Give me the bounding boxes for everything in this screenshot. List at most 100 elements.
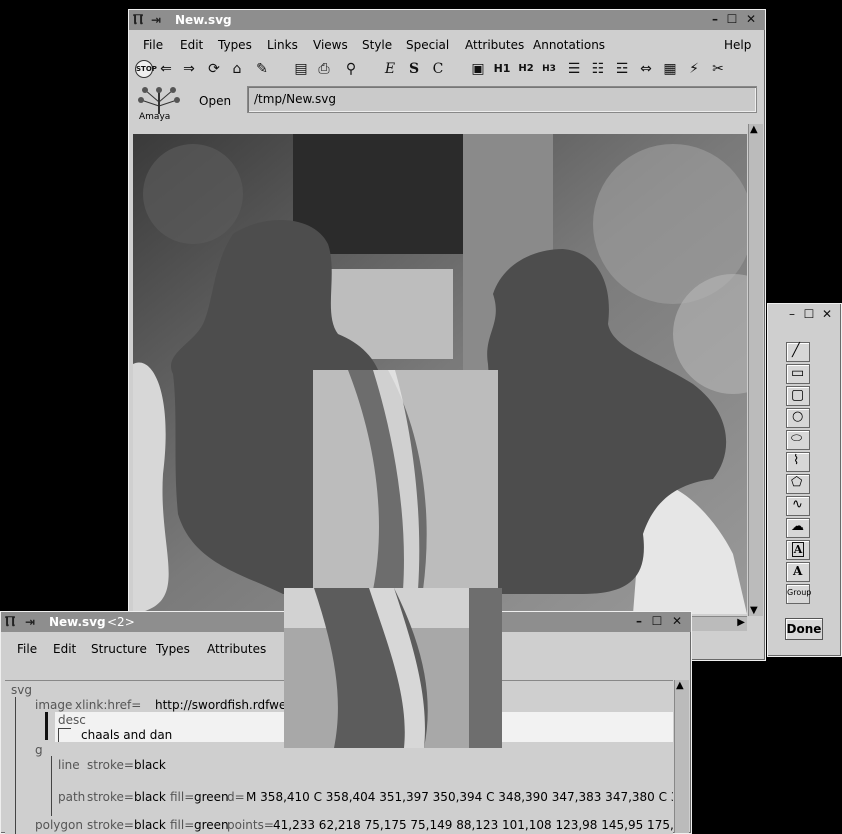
h1-icon[interactable]: H1 [493, 60, 511, 78]
structure-menu-file[interactable]: File [17, 642, 37, 656]
polyline-tool-icon: ⌇ [793, 453, 800, 468]
main-menubar: File Edit Types Links Views Style Specia… [129, 34, 765, 56]
node-polygon-val3: 41,233 62,218 75,175 75,149 88,123 101,1… [273, 818, 673, 832]
scroll-right-icon[interactable]: ▶ [737, 617, 745, 628]
structure-window-icon: Ⲡ [5, 614, 16, 630]
rectangle-tool[interactable]: ▭ [786, 364, 810, 384]
circle-tool-icon: ○ [792, 409, 804, 424]
node-polygon-attr2: fill= [170, 818, 195, 832]
menu-special[interactable]: Special [406, 38, 449, 52]
structure-maximize-icon[interactable]: ☐ [651, 615, 663, 627]
code-icon[interactable]: C [429, 60, 447, 78]
rectangle-tool-icon: ▭ [791, 365, 805, 381]
menu-annotations[interactable]: Annotations [533, 38, 605, 52]
main-titlebar[interactable]: Ⲡ ⇥ New.svg – ☐ ✕ [129, 10, 765, 30]
text-tool-icon: A [793, 564, 803, 578]
menu-attributes[interactable]: Attributes [465, 38, 524, 52]
forward-arrow-icon[interactable]: ⇒ [180, 60, 198, 78]
structure-menu-types[interactable]: Types [156, 642, 190, 656]
link-icon[interactable]: ⇔ [637, 60, 655, 78]
amaya-logo-text: Amaya [139, 112, 171, 122]
polygon-tool-icon: ⬠ [791, 475, 803, 490]
tools-palette-window: – ☐ ✕ ╱ ▭ ▢ ○ ⬭ ⌇ ⬠ ∿ ☁ A A Group Done [767, 303, 842, 657]
main-toolbar: STOP ⇐ ⇒ ⟳ ⌂ ✎ ▤ ⎙ ⚲ E S C ▣ H1 H2 H3 ☰ … [129, 60, 765, 80]
bullet-list-icon[interactable]: ☰ [565, 60, 583, 78]
line-tool[interactable]: ╱ [786, 342, 810, 362]
node-g-name: g [35, 743, 43, 757]
table-icon[interactable]: ▦ [661, 60, 679, 78]
print-icon[interactable]: ⎙ [315, 60, 333, 78]
node-path-attr2: fill= [170, 790, 195, 804]
menu-views[interactable]: Views [313, 38, 348, 52]
palette-close-icon[interactable]: ✕ [821, 308, 833, 320]
structure-pin-icon[interactable]: ⇥ [25, 615, 35, 629]
strong-icon[interactable]: S [405, 60, 423, 78]
svg-tools-icon[interactable]: ✂ [709, 60, 727, 78]
tree-node-polygon[interactable]: polygon stroke= black fill= green points… [5, 818, 673, 833]
main-vertical-scrollbar[interactable]: ▲ ▼ [748, 124, 763, 616]
done-button[interactable]: Done [785, 618, 823, 640]
menu-links[interactable]: Links [267, 38, 298, 52]
menu-file[interactable]: File [143, 38, 163, 52]
edit-pencil-icon[interactable]: ✎ [253, 60, 271, 78]
scroll-down-icon[interactable]: ▼ [750, 605, 758, 616]
save-icon[interactable]: ▤ [292, 60, 310, 78]
text-box-tool[interactable]: A [786, 540, 810, 560]
dragged-image-overlay [284, 588, 502, 748]
pin-icon[interactable]: ⇥ [151, 13, 161, 27]
palette-maximize-icon[interactable]: ☐ [803, 308, 815, 320]
group-tool[interactable]: Group [786, 584, 811, 604]
svg-drawing [133, 134, 747, 614]
definition-list-icon[interactable]: ☲ [613, 60, 631, 78]
home-icon[interactable]: ⌂ [228, 60, 246, 78]
structure-scroll-up-icon[interactable]: ▲ [676, 680, 684, 691]
structure-close-icon[interactable]: ✕ [671, 615, 683, 627]
polyline-tool[interactable]: ⌇ [786, 452, 810, 472]
node-polygon-name: polygon [35, 818, 83, 832]
palette-minimize-icon[interactable]: – [786, 308, 798, 320]
line-tool-icon: ╱ [792, 343, 800, 358]
document-canvas[interactable] [133, 134, 747, 614]
structure-menu-structure[interactable]: Structure [91, 642, 147, 656]
menu-types[interactable]: Types [218, 38, 252, 52]
circle-tool[interactable]: ○ [786, 408, 810, 428]
emphasis-icon[interactable]: E [381, 60, 399, 78]
numbered-list-icon[interactable]: ☷ [589, 60, 607, 78]
node-image-attr: xlink:href= [75, 698, 142, 712]
polygon-tool[interactable]: ⬠ [786, 474, 810, 494]
main-window: Ⲡ ⇥ New.svg – ☐ ✕ File Edit Types Links … [128, 9, 766, 661]
ellipse-tool[interactable]: ⬭ [786, 430, 810, 450]
menu-edit[interactable]: Edit [180, 38, 203, 52]
structure-vertical-scrollbar[interactable]: ▲ [674, 680, 689, 833]
back-arrow-icon[interactable]: ⇐ [157, 60, 175, 78]
address-field[interactable]: /tmp/New.svg [247, 86, 757, 113]
structure-menu-edit[interactable]: Edit [53, 642, 76, 656]
stop-icon[interactable]: STOP [135, 60, 157, 78]
math-icon[interactable]: ⚡ [685, 60, 703, 78]
scroll-up-icon[interactable]: ▲ [750, 124, 758, 135]
h2-icon[interactable]: H2 [517, 60, 535, 78]
reload-icon[interactable]: ⟳ [205, 60, 223, 78]
curve-tool-icon: ∿ [792, 497, 803, 512]
curve-tool[interactable]: ∿ [786, 496, 810, 516]
structure-menu-attributes[interactable]: Attributes [207, 642, 266, 656]
tree-node-path[interactable]: path stroke= black fill= green d= M 358,… [5, 790, 673, 805]
closed-curve-tool[interactable]: ☁ [786, 518, 810, 538]
text-box-tool-icon: A [792, 542, 804, 557]
menu-help[interactable]: Help [724, 38, 751, 52]
text-tool[interactable]: A [786, 562, 810, 582]
h3-icon[interactable]: H3 [540, 60, 558, 78]
minimize-icon[interactable]: – [709, 13, 721, 25]
menu-style[interactable]: Style [362, 38, 392, 52]
rounded-rectangle-tool[interactable]: ▢ [786, 386, 810, 406]
node-line-attr: stroke= [87, 758, 134, 772]
rounded-rectangle-tool-icon: ▢ [791, 387, 805, 403]
close-icon[interactable]: ✕ [745, 13, 757, 25]
maximize-icon[interactable]: ☐ [726, 13, 738, 25]
find-icon[interactable]: ⚲ [342, 60, 360, 78]
structure-minimize-icon[interactable]: – [633, 615, 645, 627]
address-value: /tmp/New.svg [254, 92, 336, 106]
image-icon[interactable]: ▣ [469, 60, 487, 78]
tree-node-line[interactable]: line stroke= black [5, 758, 673, 773]
open-label: Open [199, 94, 232, 108]
